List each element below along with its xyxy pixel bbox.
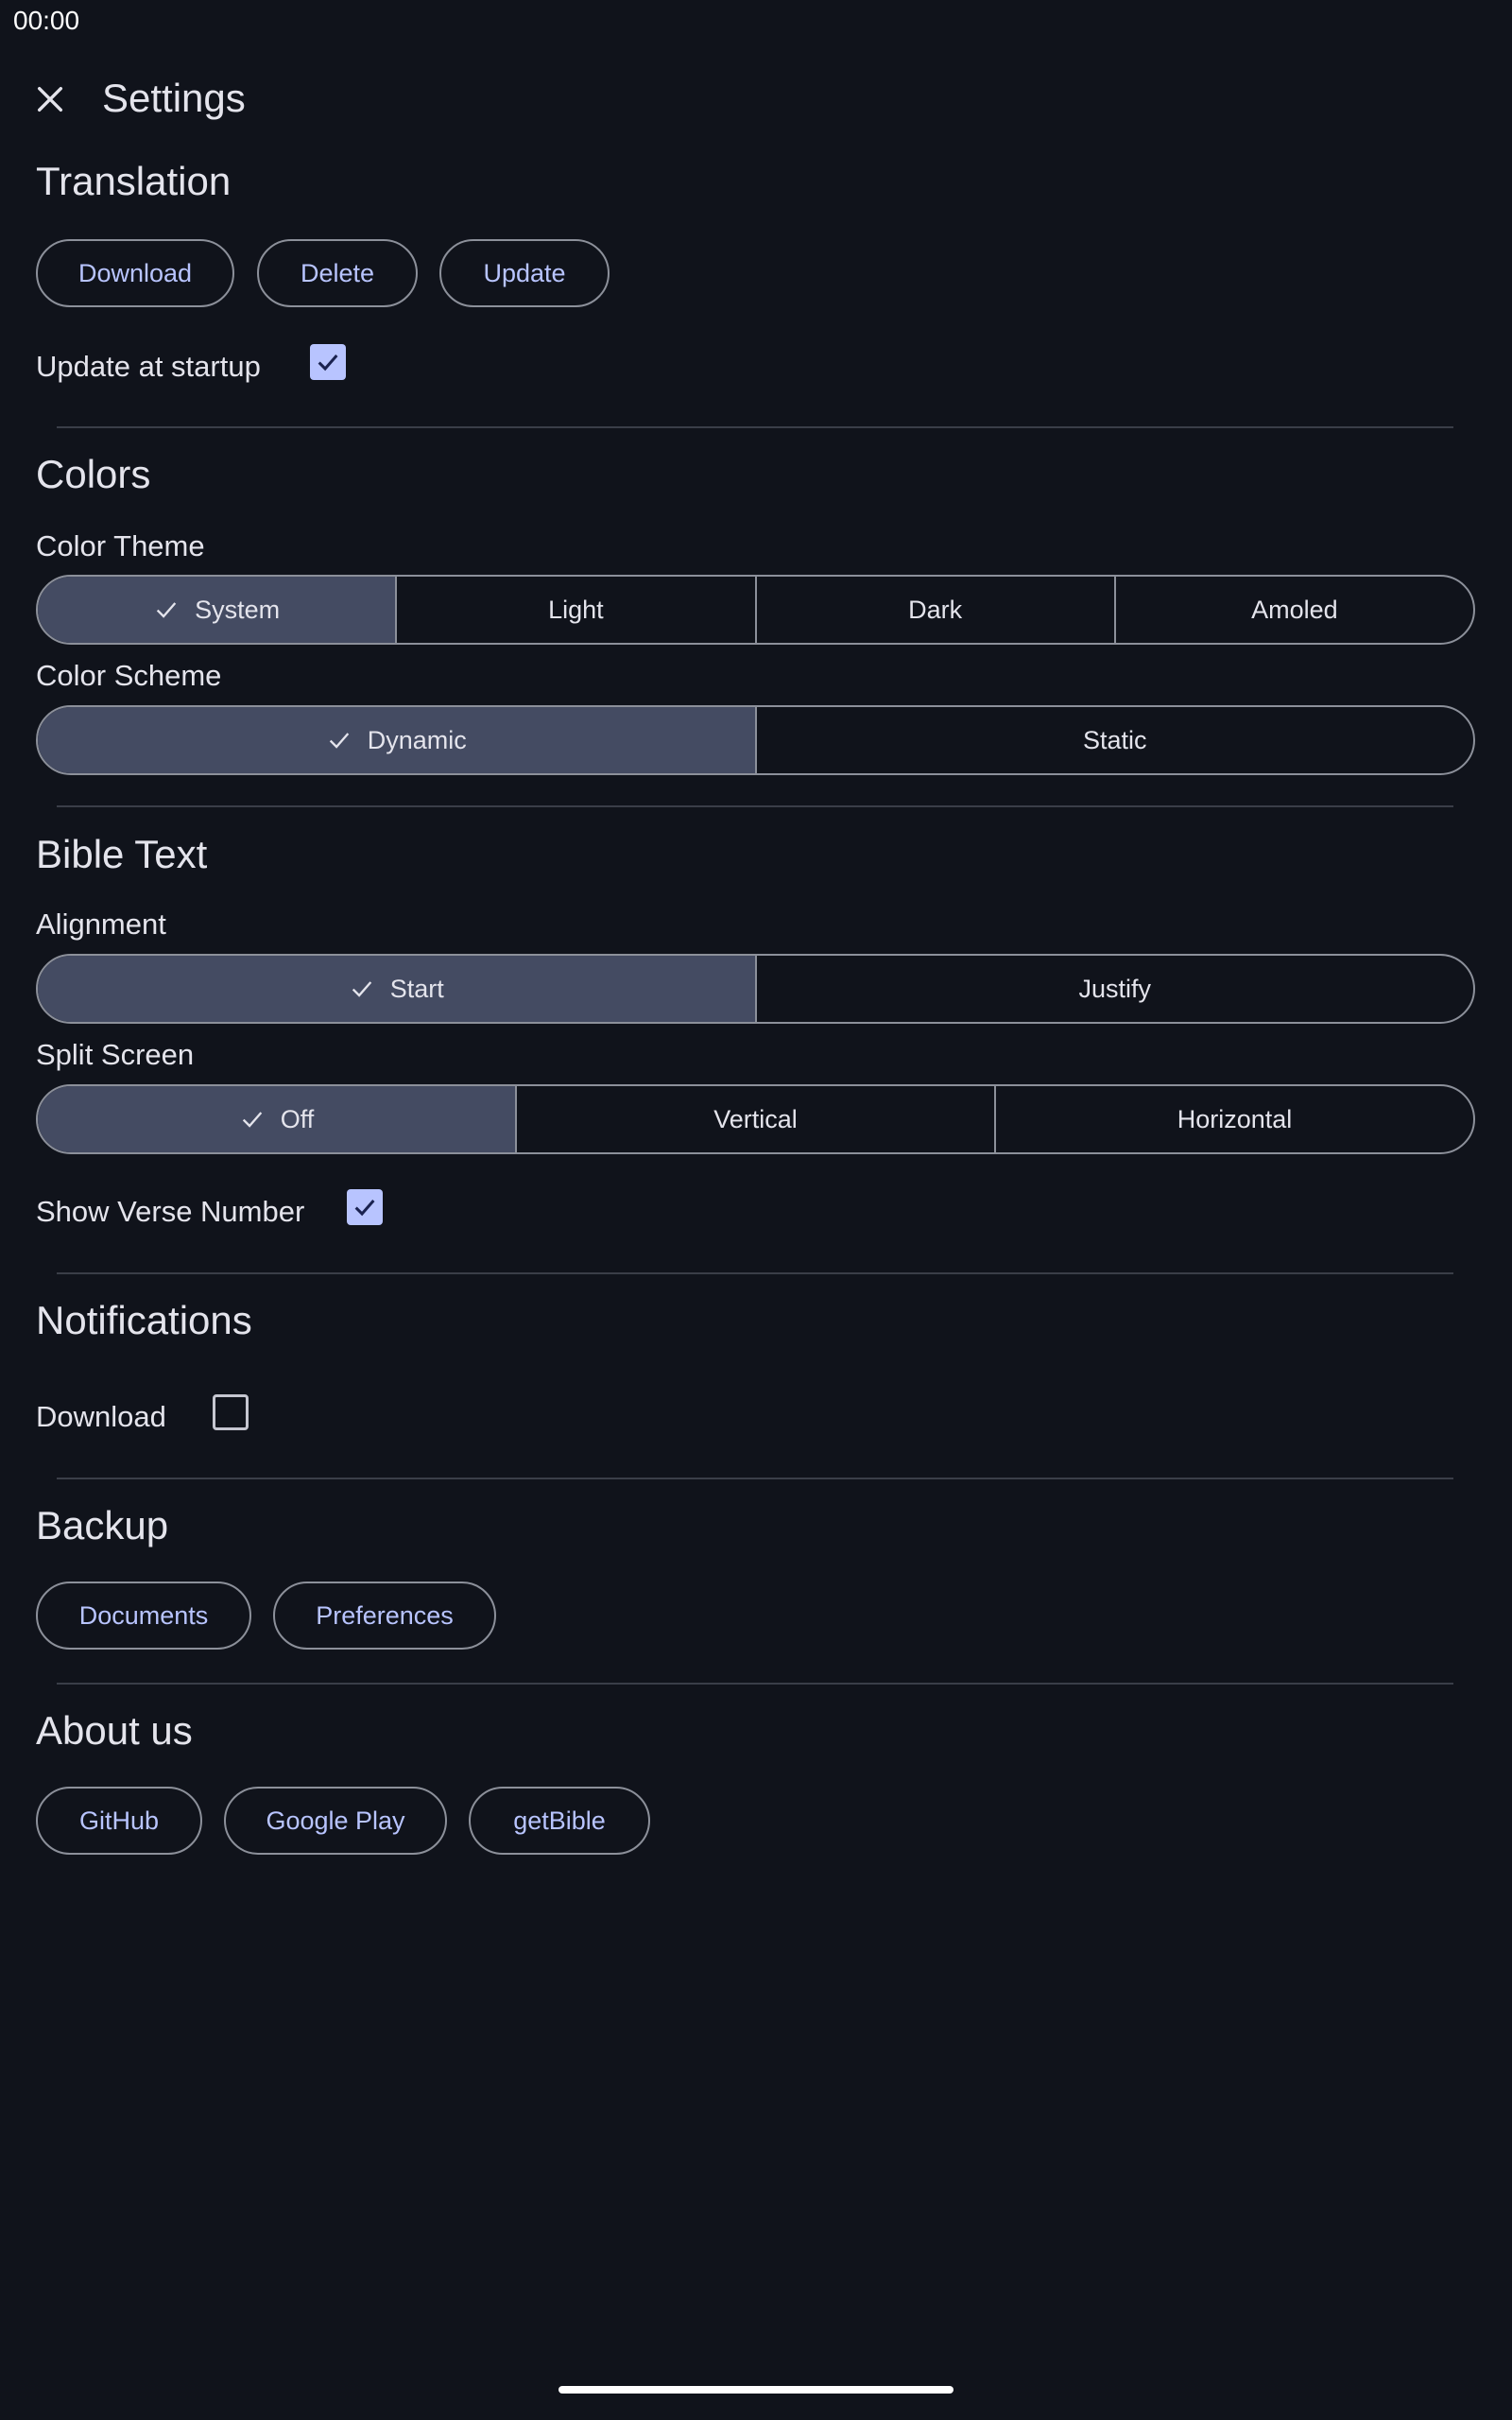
alignment-justify[interactable]: Justify	[754, 956, 1474, 1022]
segment-label: Horizontal	[1177, 1104, 1293, 1133]
segment-label: Off	[280, 1104, 315, 1133]
delete-button[interactable]: Delete	[257, 239, 418, 307]
color-theme-dark[interactable]: Dark	[754, 577, 1114, 643]
check-icon	[239, 1106, 266, 1132]
divider	[57, 1272, 1453, 1274]
page-title: Settings	[102, 76, 246, 120]
notifications-download-label: Download	[36, 1400, 166, 1433]
translation-section-title: Translation	[36, 159, 232, 203]
backup-buttons: Documents Preferences	[36, 1582, 603, 1651]
notifications-download-checkbox[interactable]	[213, 1394, 249, 1430]
getbible-button[interactable]: getBible	[469, 1787, 650, 1855]
show-verse-number-label: Show Verse Number	[36, 1195, 305, 1228]
color-theme-amoled[interactable]: Amoled	[1113, 577, 1473, 643]
divider	[57, 426, 1453, 428]
close-button[interactable]	[21, 70, 79, 129]
notifications-section-title: Notifications	[36, 1298, 252, 1342]
color-theme-system[interactable]: System	[38, 577, 396, 643]
check-icon	[153, 596, 180, 623]
color-scheme-label: Color Scheme	[36, 659, 222, 692]
bible-text-section-title: Bible Text	[36, 832, 208, 876]
segment-label: Amoled	[1251, 595, 1338, 624]
split-screen-vertical[interactable]: Vertical	[515, 1086, 994, 1152]
segment-label: Dark	[908, 595, 963, 624]
alignment-start[interactable]: Start	[38, 956, 755, 1022]
segment-label: Static	[1082, 725, 1147, 754]
check-icon	[326, 727, 352, 753]
segment-label: Dynamic	[367, 725, 467, 754]
color-theme-light[interactable]: Light	[395, 577, 754, 643]
github-button[interactable]: GitHub	[36, 1787, 202, 1855]
color-scheme-dynamic[interactable]: Dynamic	[38, 707, 755, 773]
split-screen-segmented: Off Vertical Horizontal	[36, 1084, 1475, 1154]
update-at-startup-checkbox[interactable]	[310, 344, 346, 380]
segment-label: Vertical	[713, 1104, 798, 1133]
home-indicator[interactable]	[558, 2386, 954, 2394]
split-screen-horizontal[interactable]: Horizontal	[994, 1086, 1473, 1152]
translation-buttons: Download Delete Update	[36, 239, 1170, 309]
split-screen-label: Split Screen	[36, 1038, 195, 1071]
backup-documents-button[interactable]: Documents	[36, 1582, 251, 1650]
checkmark-icon	[318, 354, 338, 372]
segment-label: Start	[389, 974, 444, 1003]
color-theme-label: Color Theme	[36, 529, 205, 562]
checkmark-icon	[354, 1200, 375, 1217]
divider	[57, 805, 1453, 807]
alignment-label: Alignment	[36, 908, 166, 941]
backup-preferences-button[interactable]: Preferences	[273, 1582, 496, 1650]
backup-section-title: Backup	[36, 1503, 169, 1547]
show-verse-number-checkbox[interactable]	[347, 1189, 383, 1225]
divider	[57, 1683, 1453, 1685]
segment-label: Justify	[1078, 974, 1152, 1003]
status-time: 00:00	[13, 6, 80, 35]
split-screen-off[interactable]: Off	[38, 1086, 515, 1152]
download-button[interactable]: Download	[36, 239, 234, 307]
update-button[interactable]: Update	[439, 239, 610, 307]
close-icon	[37, 86, 63, 112]
colors-section-title: Colors	[36, 452, 151, 496]
color-scheme-segmented: Dynamic Static	[36, 705, 1475, 775]
about-section-title: About us	[36, 1708, 193, 1753]
color-scheme-static[interactable]: Static	[754, 707, 1474, 773]
check-icon	[349, 976, 375, 1002]
divider	[57, 1478, 1453, 1479]
color-theme-segmented: System Light Dark Amoled	[36, 575, 1475, 645]
alignment-segmented: Start Justify	[36, 954, 1475, 1024]
about-buttons: GitHub Google Play getBible	[36, 1787, 697, 1857]
segment-label: System	[195, 595, 281, 624]
update-at-startup-label: Update at startup	[36, 350, 261, 383]
google-play-button[interactable]: Google Play	[224, 1787, 447, 1855]
segment-label: Light	[548, 595, 604, 624]
